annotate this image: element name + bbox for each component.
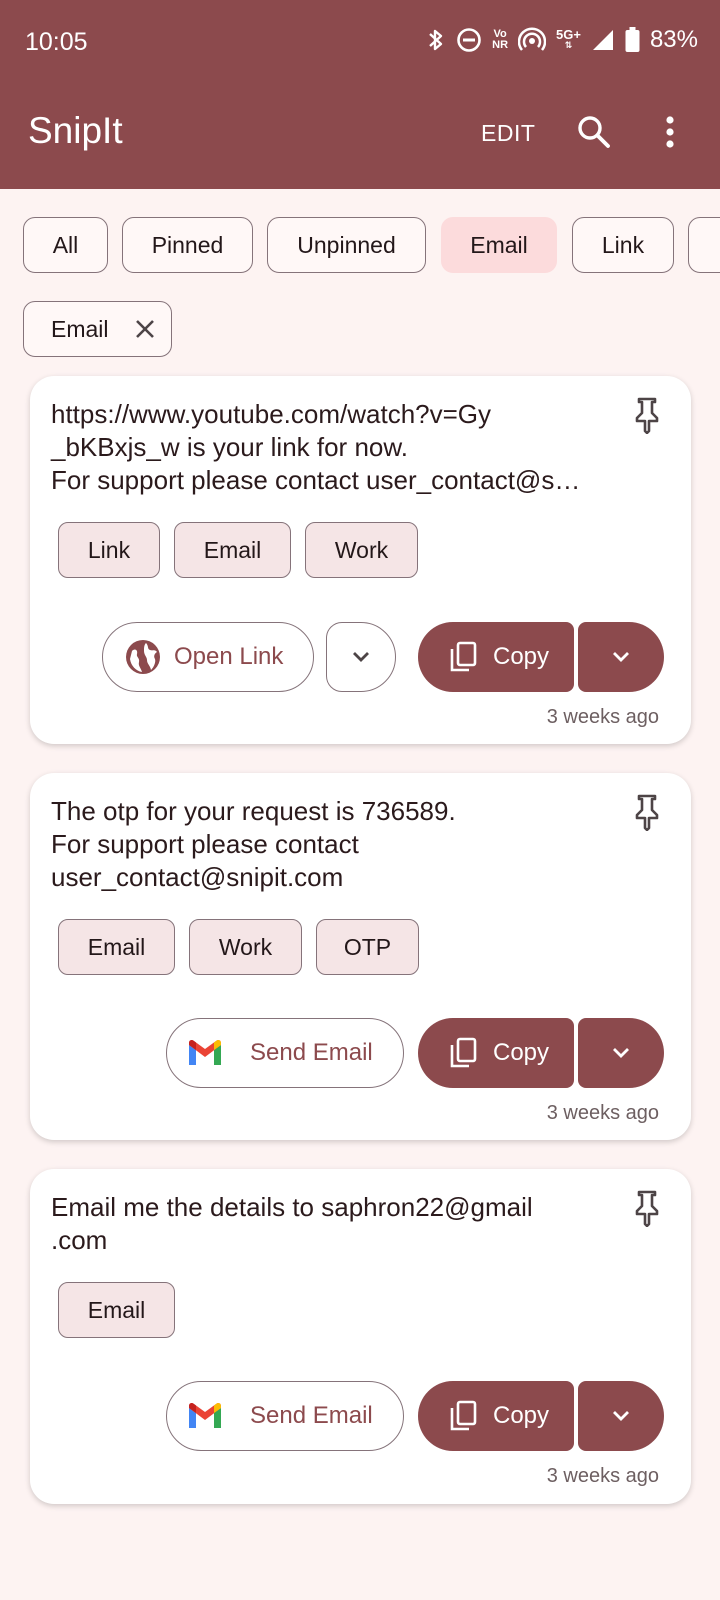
volte-icon: Vo NR [492,28,509,51]
filter-chip-row: All Pinned Unpinned Email Link [0,217,720,273]
tag-otp[interactable]: OTP [316,919,419,975]
battery-percent: 83% [649,26,698,53]
tag-link[interactable]: Link [58,522,160,578]
app-bar: 10:05 Vo NR 5G+ ⇅ 83% SnipIt EDIT [0,0,720,189]
copy-button[interactable]: Copy [418,1018,574,1088]
send-email-label: Send Email [250,1402,373,1429]
gmail-icon [187,1039,223,1067]
chip-pinned[interactable]: Pinned [122,217,253,273]
tag-email[interactable]: Email [58,919,175,975]
chevron-down-icon [611,1409,631,1423]
status-icons: Vo NR 5G+ ⇅ 83% [426,26,698,54]
copy-button[interactable]: Copy [418,622,574,692]
chevron-down-icon [351,650,371,664]
pin-icon[interactable] [633,1189,661,1232]
tag-email[interactable]: Email [174,522,291,578]
copy-icon [449,1037,477,1069]
chevron-down-icon [611,650,631,664]
snippet-text: https://www.youtube.com/watch?v=Gy _bKBx… [51,399,581,495]
tag-email[interactable]: Email [58,1282,175,1338]
send-email-label: Send Email [250,1039,373,1066]
open-link-button[interactable]: Open Link [102,622,314,692]
copy-label: Copy [493,1039,550,1066]
copy-icon [449,1400,477,1432]
snippet-card[interactable]: https://www.youtube.com/watch?v=Gy _bKBx… [30,376,691,744]
copy-label: Copy [493,643,550,670]
chip-email[interactable]: Email [441,217,557,273]
copy-icon [449,641,477,673]
signal-icon [591,28,615,52]
more-options-icon[interactable] [665,115,675,154]
search-icon[interactable] [577,115,611,154]
send-email-button[interactable]: Send Email [166,1381,404,1451]
snippet-card[interactable]: Email me the details to saphron22@gmail … [30,1169,691,1504]
open-link-label: Open Link [174,643,284,670]
timestamp: 3 weeks ago [546,1465,659,1487]
copy-dropdown[interactable] [578,1381,664,1451]
chip-more[interactable] [688,217,720,273]
open-link-dropdown[interactable] [326,622,396,692]
chip-all[interactable]: All [23,217,108,273]
close-icon[interactable] [132,316,158,348]
status-time: 10:05 [25,28,88,56]
hotspot-icon [518,27,547,53]
copy-dropdown[interactable] [578,1018,664,1088]
tag-work[interactable]: Work [189,919,302,975]
battery-icon [625,27,640,53]
snippet-text: The otp for your request is 736589. For … [51,796,456,892]
copy-button[interactable]: Copy [418,1381,574,1451]
snippet-card[interactable]: The otp for your request is 736589. For … [30,773,691,1140]
chip-unpinned[interactable]: Unpinned [267,217,426,273]
globe-icon [125,639,161,675]
app-title: SnipIt [28,110,123,151]
copy-label: Copy [493,1402,550,1429]
pin-icon[interactable] [633,396,661,439]
copy-dropdown[interactable] [578,622,664,692]
tag-work[interactable]: Work [305,522,418,578]
active-filter-label: Email [51,315,109,342]
pin-icon[interactable] [633,793,661,836]
send-email-button[interactable]: Send Email [166,1018,404,1088]
active-filter-chip[interactable]: Email [23,301,172,357]
do-not-disturb-icon [456,27,482,53]
timestamp: 3 weeks ago [546,1102,659,1124]
gmail-icon [187,1402,223,1430]
edit-button[interactable]: EDIT [481,120,535,147]
chevron-down-icon [611,1046,631,1060]
network-5g-icon: 5G+ ⇅ [556,27,581,50]
bluetooth-icon [426,27,446,53]
timestamp: 3 weeks ago [546,706,659,728]
snippet-text: Email me the details to saphron22@gmail … [51,1192,533,1255]
chip-link[interactable]: Link [572,217,674,273]
